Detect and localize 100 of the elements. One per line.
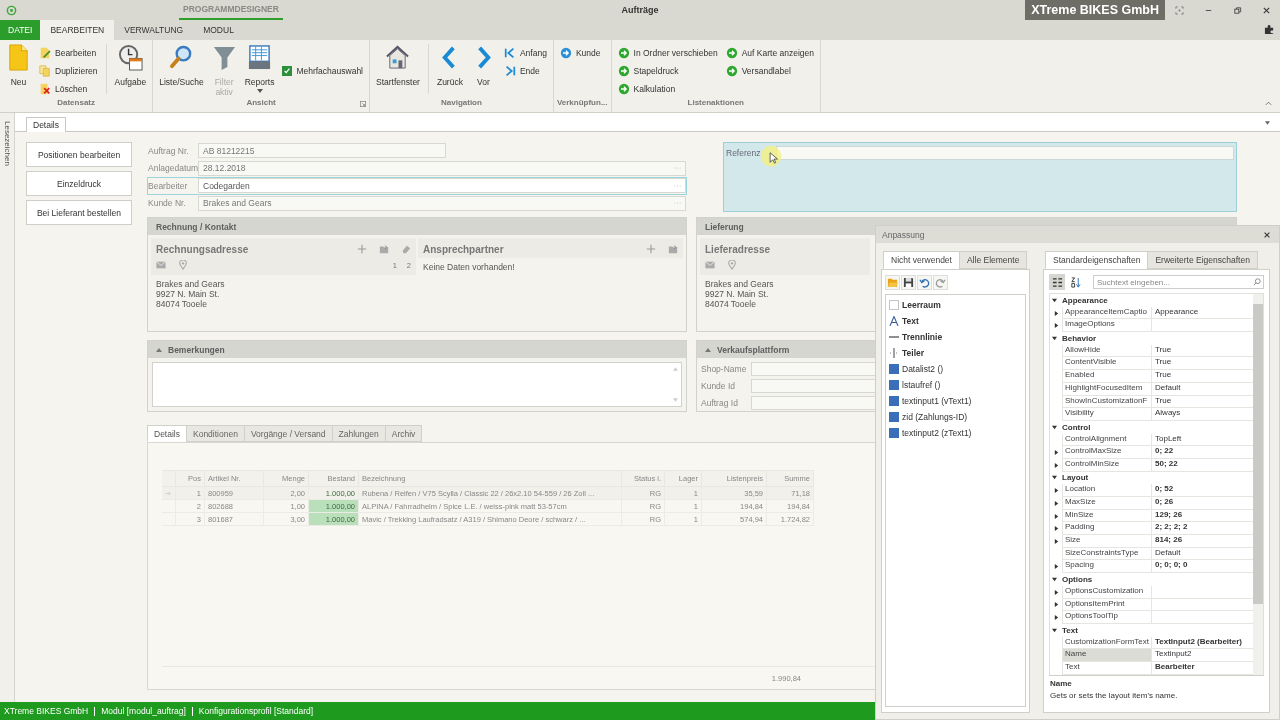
ribbon-button[interactable]: Löschen bbox=[36, 80, 101, 98]
ribbon-button[interactable]: Zurück bbox=[433, 44, 466, 87]
property-name[interactable]: MinSize bbox=[1062, 509, 1152, 523]
ribbon-button[interactable]: Kunde bbox=[556, 44, 604, 62]
checkbox[interactable]: Mehrfachauswahl bbox=[279, 66, 366, 76]
collapse-icon[interactable] bbox=[705, 347, 711, 352]
property-name[interactable]: ImageOptions bbox=[1062, 319, 1152, 333]
property-name[interactable]: AllowHide bbox=[1062, 344, 1152, 358]
panel-header[interactable]: Bemerkungen bbox=[148, 341, 686, 358]
dialog-launcher-icon[interactable] bbox=[360, 101, 366, 107]
property-name[interactable]: Padding bbox=[1062, 522, 1152, 536]
ribbon-tab[interactable]: VERWALTUNG bbox=[114, 20, 194, 40]
property-name[interactable]: AppearanceItemCaptio bbox=[1062, 306, 1152, 320]
layout-item[interactable]: Datalist2 () bbox=[889, 361, 1022, 377]
property-name[interactable]: Name bbox=[1062, 649, 1152, 662]
property-name[interactable]: SizeConstraintsType bbox=[1062, 547, 1152, 561]
input-field[interactable] bbox=[775, 146, 1234, 160]
collapse-icon[interactable] bbox=[156, 347, 162, 352]
action-button[interactable]: Einzeldruck bbox=[26, 171, 132, 196]
ribbon-button[interactable]: Reports bbox=[241, 44, 278, 93]
layout-item[interactable]: textinput2 (zText1) bbox=[889, 425, 1022, 441]
property-name[interactable]: Visibility bbox=[1062, 408, 1152, 421]
property-name[interactable]: OptionsToolTip bbox=[1062, 611, 1152, 624]
tab[interactable]: Erweiterte Eigenschaften bbox=[1147, 251, 1258, 269]
tab[interactable]: Nicht verwendet bbox=[883, 251, 960, 269]
tab[interactable]: Details bbox=[147, 425, 187, 442]
expand-icon[interactable] bbox=[1053, 602, 1059, 608]
input-field[interactable]: Codegarden bbox=[198, 178, 686, 194]
input-field[interactable]: 28.12.2018 bbox=[198, 160, 686, 176]
expand-icon[interactable] bbox=[1052, 475, 1057, 481]
ribbon-button[interactable]: Anfang bbox=[500, 44, 550, 62]
property-name[interactable]: ShowInCustomizationF bbox=[1062, 395, 1152, 409]
layout-item[interactable]: textinput1 (vText1) bbox=[889, 393, 1022, 409]
ribbon-button[interactable]: Bearbeiten bbox=[36, 44, 101, 62]
property-name[interactable]: HighlightFocusedItem bbox=[1062, 382, 1152, 396]
collapse-ribbon-icon[interactable] bbox=[1265, 101, 1272, 106]
property-name[interactable]: Location bbox=[1062, 484, 1152, 497]
layout-item[interactable]: zid (Zahlungs-ID) bbox=[889, 409, 1022, 425]
redo-button[interactable] bbox=[933, 275, 948, 290]
ribbon-button[interactable]: Kalkulation bbox=[614, 80, 721, 98]
ribbon-button[interactable]: Neu bbox=[3, 44, 34, 87]
tab[interactable]: Alle Elemente bbox=[958, 251, 1028, 269]
reference-field-group[interactable]: Referenz bbox=[723, 142, 1237, 212]
ribbon-button[interactable]: In Ordner verschieben bbox=[614, 44, 721, 62]
property-category[interactable]: Control bbox=[1050, 420, 1253, 434]
scrollbar[interactable] bbox=[1253, 294, 1263, 675]
dropdown-icon[interactable] bbox=[1265, 121, 1270, 125]
property-name[interactable]: ControlMaxSize bbox=[1062, 446, 1152, 459]
input-field[interactable]: Brakes and Gears bbox=[198, 195, 686, 211]
property-name[interactable]: ContentVisible bbox=[1062, 357, 1152, 371]
expand-icon[interactable] bbox=[1053, 310, 1059, 316]
input-field[interactable]: AB 81212215 bbox=[198, 143, 446, 159]
puzzle-icon[interactable] bbox=[1264, 24, 1275, 35]
action-button[interactable]: Positionen bearbeiten bbox=[26, 142, 132, 167]
close-icon[interactable] bbox=[1263, 230, 1271, 239]
search-field[interactable]: Suchtext eingeben... bbox=[1093, 275, 1264, 289]
property-name[interactable]: Enabled bbox=[1062, 370, 1152, 383]
ribbon-button[interactable]: Ende bbox=[500, 62, 550, 80]
ribbon-button[interactable]: Auf Karte anzeigen bbox=[722, 44, 817, 62]
ribbon-button[interactable]: Stapeldruck bbox=[614, 62, 721, 80]
layout-item[interactable]: Trennlinie bbox=[889, 329, 1022, 345]
ribbon-button[interactable]: Startfenster bbox=[373, 44, 423, 87]
action-button[interactable]: Bei Lieferant bestellen bbox=[26, 200, 132, 225]
property-name[interactable]: Size bbox=[1062, 535, 1152, 548]
property-name[interactable]: Spacing bbox=[1062, 560, 1152, 574]
document-tab[interactable]: Details bbox=[26, 117, 66, 132]
ribbon-button[interactable]: Duplizieren bbox=[36, 62, 101, 80]
expand-icon[interactable] bbox=[1053, 589, 1059, 595]
close-icon[interactable] bbox=[1262, 5, 1271, 15]
ribbon-button[interactable]: Liste/Suche bbox=[156, 44, 207, 87]
tab[interactable]: Vorgänge / Versand bbox=[243, 425, 333, 442]
property-name[interactable]: ControlAlignment bbox=[1062, 433, 1152, 447]
ribbon-tab[interactable]: MODUL bbox=[193, 20, 244, 40]
property-name[interactable]: MaxSize bbox=[1062, 497, 1152, 510]
categorized-view-button[interactable] bbox=[1049, 274, 1065, 290]
property-name[interactable]: ControlMinSize bbox=[1062, 458, 1152, 472]
ribbon-tab[interactable]: BEARBEITEN bbox=[40, 20, 115, 40]
property-category[interactable]: Options bbox=[1050, 573, 1253, 586]
layout-item[interactable]: Text bbox=[889, 313, 1022, 329]
property-category[interactable]: Behavior bbox=[1050, 332, 1253, 345]
tab[interactable]: Standardeigenschaften bbox=[1045, 251, 1149, 269]
property-name[interactable]: OptionsItemPrint bbox=[1062, 598, 1152, 612]
layout-item[interactable]: Teiler bbox=[889, 345, 1022, 361]
property-category[interactable]: Appearance bbox=[1050, 294, 1253, 307]
property-name[interactable]: Text bbox=[1062, 661, 1152, 675]
layout-item[interactable]: lstaufref () bbox=[889, 377, 1022, 393]
property-name[interactable]: OptionsCustomization bbox=[1062, 585, 1152, 599]
expand-icon[interactable] bbox=[1052, 297, 1057, 303]
ribbon-button[interactable]: Vor bbox=[467, 44, 499, 87]
layout-item[interactable]: Leerraum bbox=[889, 297, 1022, 313]
restore-icon[interactable] bbox=[1233, 5, 1242, 15]
expand-icon[interactable] bbox=[1053, 513, 1059, 519]
property-category[interactable]: Text bbox=[1050, 623, 1253, 637]
expand-icon[interactable] bbox=[1052, 424, 1057, 430]
property-category[interactable]: Layout bbox=[1050, 471, 1253, 485]
bookmark-strip[interactable]: Lesezeichen bbox=[0, 113, 15, 702]
tab[interactable]: Zahlungen bbox=[331, 425, 386, 442]
ribbon-button[interactable]: Versandlabel bbox=[722, 62, 817, 80]
undo-button[interactable] bbox=[917, 275, 932, 290]
file-menu-tab[interactable]: DATEI bbox=[0, 20, 41, 40]
